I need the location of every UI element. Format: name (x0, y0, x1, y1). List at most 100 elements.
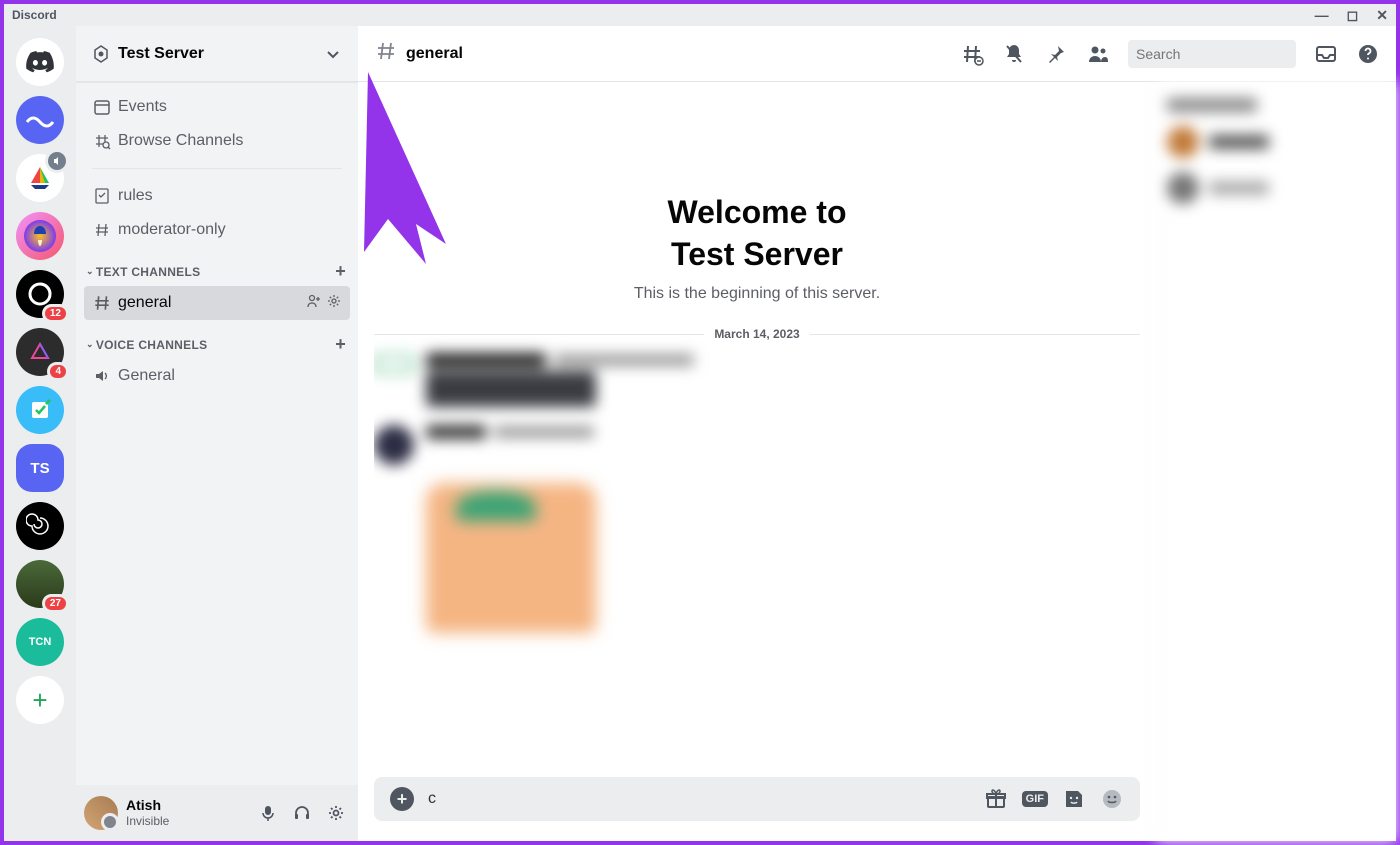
user-panel: Atish Invisible (76, 785, 358, 841)
attach-button[interactable]: + (390, 787, 414, 811)
rules-icon (92, 187, 112, 205)
chat-header: general (358, 26, 1396, 82)
triangle-icon (26, 338, 54, 366)
window-maximize-button[interactable]: ◻ (1347, 7, 1359, 24)
member-list-button[interactable] (1086, 42, 1110, 66)
speaker-icon (92, 367, 112, 385)
sticker-button[interactable] (1062, 787, 1086, 811)
chevron-down-icon: ⌄ (86, 266, 94, 277)
unread-badge: 27 (45, 597, 66, 610)
message-input[interactable] (428, 790, 970, 808)
sidebar-item-label: Browse Channels (118, 132, 243, 150)
welcome-line1: Welcome to (374, 192, 1140, 234)
wizard-icon (22, 218, 58, 254)
welcome-subtitle: This is the beginning of this server. (374, 285, 1140, 303)
home-button[interactable] (16, 38, 64, 86)
channel-rules[interactable]: rules (84, 179, 350, 213)
discord-logo-icon (26, 51, 54, 73)
p-icon (25, 279, 55, 309)
server-initials: TCN (29, 636, 52, 648)
search-input[interactable] (1136, 46, 1317, 62)
message-input-box[interactable]: + GIF (374, 777, 1140, 821)
category-voice-channels[interactable]: ⌄ VOICE CHANNELS + (84, 320, 350, 359)
server-item-current[interactable]: TS (16, 444, 64, 492)
channel-label: general (118, 294, 171, 312)
channel-label: General (118, 367, 175, 385)
message-item (374, 425, 1140, 465)
threads-button[interactable] (960, 42, 984, 66)
hash-icon (92, 221, 112, 239)
user-status: Invisible (126, 814, 246, 828)
chevron-down-icon: ⌄ (86, 339, 94, 350)
create-channel-button[interactable]: + (335, 261, 346, 282)
create-channel-button[interactable]: + (335, 334, 346, 355)
window-titlebar: Discord — ◻ ✕ (4, 4, 1396, 26)
spiral-icon (26, 512, 54, 540)
unread-badge: 12 (45, 307, 66, 320)
server-item[interactable]: 27 (16, 560, 64, 608)
hash-icon (92, 293, 112, 313)
category-label: TEXT CHANNELS (96, 265, 201, 279)
channel-label: moderator-only (118, 221, 226, 239)
channel-sidebar: Test Server Events Browse Channels rules (76, 26, 358, 841)
sidebar-item-events[interactable]: Events (84, 90, 350, 124)
window-minimize-button[interactable]: — (1315, 7, 1329, 24)
server-item[interactable] (16, 212, 64, 260)
search-box[interactable] (1128, 40, 1296, 68)
server-header-dropdown[interactable]: Test Server (76, 26, 358, 82)
user-avatar[interactable] (84, 796, 118, 830)
emoji-button[interactable] (1100, 787, 1124, 811)
pinned-messages-button[interactable] (1044, 42, 1068, 66)
deafen-button[interactable] (288, 799, 316, 827)
category-label: VOICE CHANNELS (96, 338, 208, 352)
server-item[interactable]: 12 (16, 270, 64, 318)
channel-moderator-only[interactable]: moderator-only (84, 213, 350, 247)
date-text: March 14, 2023 (704, 327, 809, 341)
user-settings-button[interactable] (322, 799, 350, 827)
status-invisible-icon (101, 813, 119, 831)
sidebar-item-label: Events (118, 98, 167, 116)
server-item[interactable] (16, 96, 64, 144)
app-name: Discord (12, 8, 57, 22)
channel-settings-icon[interactable] (326, 293, 342, 314)
wave-icon (25, 110, 55, 130)
hash-icon (374, 39, 398, 68)
help-button[interactable] (1356, 42, 1380, 66)
boost-icon (92, 45, 110, 63)
create-invite-icon[interactable] (306, 293, 322, 314)
gift-button[interactable] (984, 787, 1008, 811)
welcome-block: Welcome to Test Server This is the begin… (374, 192, 1140, 303)
mute-mic-button[interactable] (254, 799, 282, 827)
welcome-line2: Test Server (374, 234, 1140, 276)
channel-general[interactable]: general (84, 286, 350, 320)
server-rail: 12 4 TS 27 TCN + (4, 26, 76, 841)
server-item[interactable]: 4 (16, 328, 64, 376)
server-item[interactable] (16, 502, 64, 550)
inbox-button[interactable] (1314, 42, 1338, 66)
server-item[interactable] (16, 386, 64, 434)
server-name: Test Server (118, 45, 324, 63)
divider (92, 168, 342, 169)
mute-icon (48, 152, 66, 170)
channel-title: general (406, 45, 952, 63)
user-name: Atish (126, 797, 246, 814)
sidebar-item-browse-channels[interactable]: Browse Channels (84, 124, 350, 158)
gif-button[interactable]: GIF (1022, 791, 1048, 807)
server-item[interactable]: TCN (16, 618, 64, 666)
check-icon (26, 396, 54, 424)
chevron-down-icon (324, 45, 342, 63)
notification-settings-button[interactable] (1002, 42, 1026, 66)
browse-icon (92, 132, 112, 150)
server-item[interactable] (16, 154, 64, 202)
channel-label: rules (118, 187, 153, 205)
server-initials: TS (30, 460, 49, 477)
member-list (1156, 82, 1396, 841)
voice-channel-general[interactable]: General (84, 359, 350, 393)
calendar-icon (92, 98, 112, 116)
message-item (374, 353, 1140, 407)
window-close-button[interactable]: ✕ (1376, 7, 1388, 24)
unread-badge: 4 (50, 365, 66, 378)
category-text-channels[interactable]: ⌄ TEXT CHANNELS + (84, 247, 350, 286)
add-server-button[interactable]: + (16, 676, 64, 724)
date-divider: March 14, 2023 (374, 327, 1140, 341)
